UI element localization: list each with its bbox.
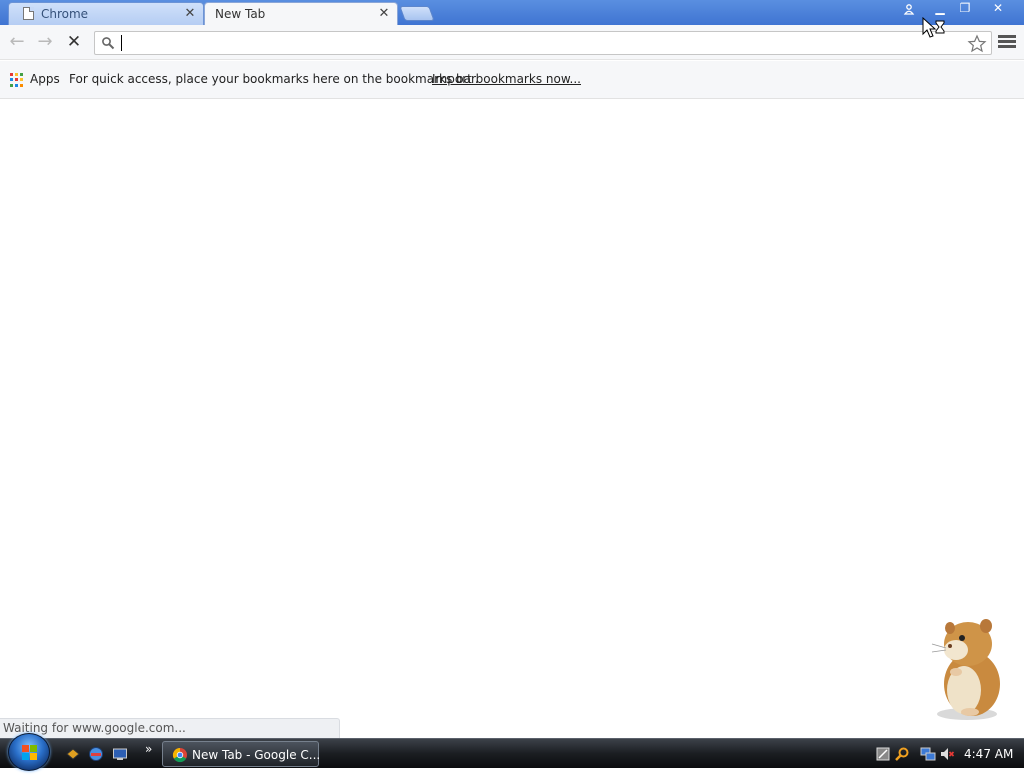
profile-button[interactable] <box>896 0 922 17</box>
start-button[interactable] <box>8 733 50 771</box>
windows-logo-icon <box>22 745 37 760</box>
menu-button[interactable] <box>998 35 1016 51</box>
tab-chrome[interactable]: Chrome ✕ <box>8 2 204 25</box>
apps-grid-icon[interactable] <box>10 73 24 87</box>
apps-grid-dot <box>15 83 18 87</box>
import-bookmarks-link[interactable]: Import bookmarks now... <box>432 72 581 86</box>
apps-shortcut[interactable]: Apps <box>30 72 60 86</box>
apps-grid-dot <box>20 78 23 82</box>
tray-app-icon[interactable] <box>875 746 891 762</box>
quick-launch-browser-icon[interactable] <box>88 746 104 762</box>
taskbar-button-chrome[interactable]: New Tab - Google C... <box>162 741 321 767</box>
search-icon[interactable] <box>894 746 910 762</box>
forward-button[interactable]: → <box>34 31 56 53</box>
back-button[interactable]: ← <box>6 31 28 53</box>
person-icon <box>903 4 915 15</box>
apps-grid-dot <box>10 73 13 76</box>
tab-strip: Chrome ✕ New Tab ✕ ▁ ❐ ✕ <box>0 0 1024 25</box>
apps-grid-dot <box>15 73 18 76</box>
apps-grid-dot <box>15 78 18 82</box>
address-input[interactable] <box>121 34 961 52</box>
tab-title: New Tab <box>215 7 266 21</box>
quick-launch-overflow[interactable]: » <box>145 742 152 756</box>
clock: 4:47 AM <box>964 747 1014 761</box>
apps-grid-dot <box>10 83 13 87</box>
new-tab-button[interactable] <box>399 6 435 21</box>
status-bubble: Waiting for www.google.com... <box>0 718 340 738</box>
page-icon <box>23 7 34 20</box>
tab-title: Chrome <box>41 7 89 21</box>
minimize-button[interactable]: ▁ <box>927 0 953 17</box>
show-desktop-icon[interactable] <box>112 746 128 762</box>
close-window-button[interactable]: ✕ <box>982 0 1014 17</box>
restore-button[interactable]: ❐ <box>952 0 978 17</box>
chrome-icon <box>172 747 187 763</box>
apps-grid-dot <box>10 78 13 82</box>
page-content <box>0 100 1024 738</box>
bookmarks-hint-text: For quick access, place your bookmarks h… <box>69 72 479 86</box>
star-icon[interactable] <box>967 34 987 54</box>
close-tab-icon[interactable]: ✕ <box>377 7 391 21</box>
close-tab-icon[interactable]: ✕ <box>183 7 197 21</box>
apps-grid-dot <box>20 73 23 76</box>
stop-button[interactable]: ✕ <box>63 31 85 53</box>
menu-bar <box>998 40 1016 43</box>
menu-bar <box>998 35 1016 38</box>
network-icon[interactable] <box>920 746 936 762</box>
volume-muted-icon[interactable] <box>939 746 955 762</box>
quick-launch-app-icon[interactable] <box>65 746 81 762</box>
apps-grid-dot <box>20 83 23 87</box>
bookmarks-bar: Apps For quick access, place your bookma… <box>0 61 1024 99</box>
omnibox[interactable] <box>94 31 992 55</box>
busy-cursor-icon <box>922 17 945 38</box>
text-caret <box>121 35 122 51</box>
menu-bar <box>998 45 1016 48</box>
tab-new-tab[interactable]: New Tab ✕ <box>204 2 398 25</box>
taskbar: » New Tab - Google C... 4:47 AM <box>0 733 1024 771</box>
search-icon <box>102 37 115 50</box>
hamster-desktop-pet[interactable] <box>920 614 1010 722</box>
taskbar-button-label: New Tab - Google C... <box>192 748 321 762</box>
toolbar: ← → ✕ <box>0 25 1024 60</box>
